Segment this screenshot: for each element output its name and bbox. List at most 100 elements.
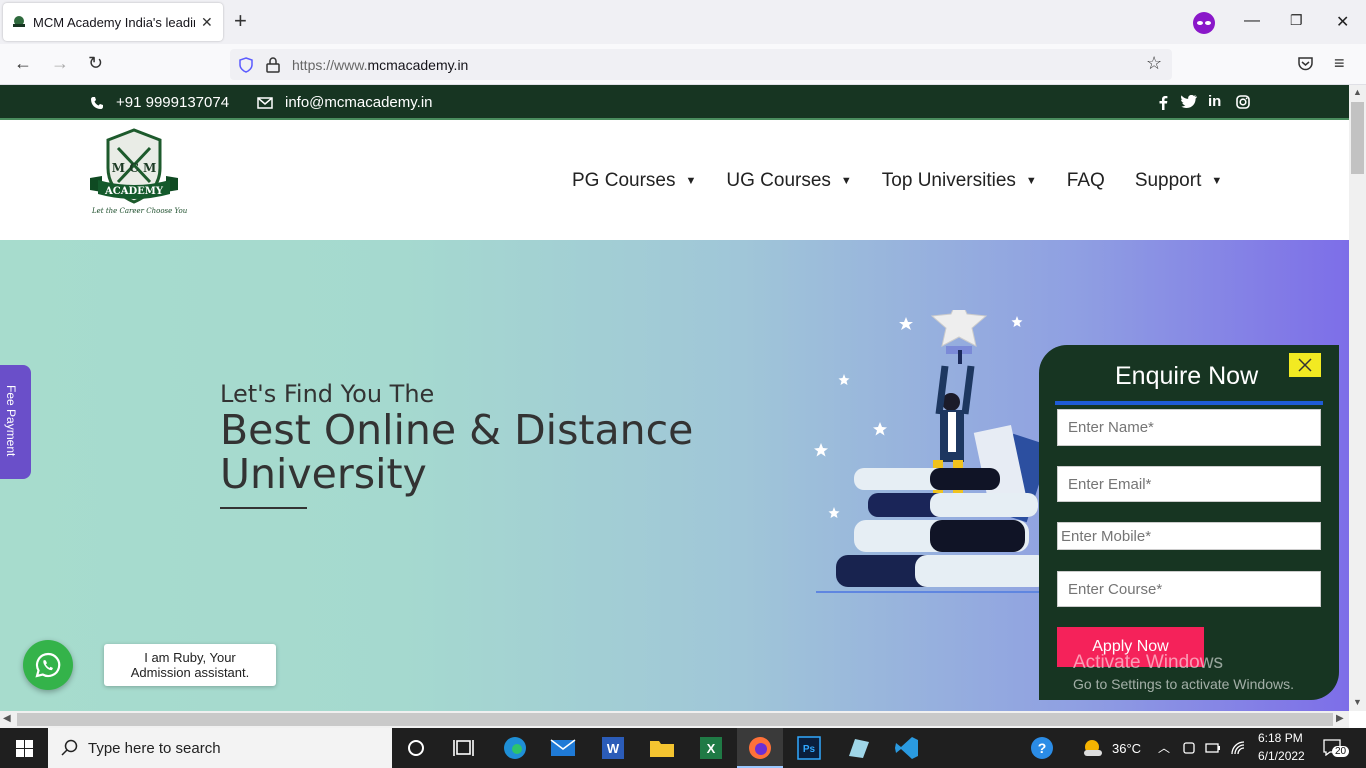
tray-chevron-icon[interactable]: ︿: [1158, 739, 1170, 756]
restore-icon[interactable]: ❐: [1290, 12, 1303, 29]
main-menu: PG Courses ▼ UG Courses ▼ Top Universities…: [572, 170, 1252, 192]
search-icon: [61, 739, 78, 756]
bookmark-star-icon[interactable]: ☆: [1146, 53, 1162, 74]
vscode-icon[interactable]: [894, 736, 920, 760]
enquiry-title: Enquire Now: [1115, 362, 1259, 390]
task-view-icon[interactable]: [452, 736, 478, 760]
chat-bubble[interactable]: I am Ruby, Your Admission assistant.: [104, 644, 276, 686]
cortana-icon[interactable]: [405, 736, 431, 760]
url-text: https://www.mcmacademy.in: [292, 57, 469, 73]
chat-bubble-line-2: Admission assistant.: [130, 665, 250, 680]
twitter-icon[interactable]: [1181, 95, 1197, 109]
svg-text:X: X: [707, 741, 716, 756]
scroll-right-icon[interactable]: ▶: [1336, 713, 1344, 724]
firefox-icon: [749, 737, 771, 759]
new-tab-icon[interactable]: +: [234, 10, 247, 32]
photoshop-icon[interactable]: Ps: [796, 736, 822, 760]
vertical-scrollbar[interactable]: ▲ ▼: [1349, 85, 1366, 711]
course-input[interactable]: [1057, 571, 1321, 607]
scroll-left-icon[interactable]: ◀: [3, 713, 11, 724]
pocket-icon[interactable]: [1297, 56, 1314, 72]
reload-icon[interactable]: ↻: [88, 53, 103, 74]
whatsapp-button[interactable]: [23, 640, 73, 690]
menu-item-ug-courses[interactable]: UG Courses ▼: [726, 170, 851, 192]
logo-banner-text: ACADEMY: [104, 186, 164, 197]
enquiry-form: Enquire Now Apply Now: [1039, 345, 1339, 700]
activate-windows-subtitle: Go to Settings to activate Windows.: [1073, 676, 1294, 692]
meet-now-icon[interactable]: [1182, 741, 1196, 755]
minimize-icon[interactable]: —: [1244, 12, 1260, 30]
weather-temperature[interactable]: 36°C: [1112, 741, 1141, 756]
svg-text:W: W: [607, 741, 620, 756]
hero-subtitle: Let's Find You The: [220, 380, 435, 408]
excel-icon[interactable]: X: [698, 736, 724, 760]
hero-underline: [220, 507, 307, 509]
caret-down-icon: ▼: [1025, 175, 1037, 187]
mobile-input[interactable]: [1057, 522, 1321, 550]
clock-date[interactable]: 6/1/2022: [1258, 749, 1305, 763]
enquiry-close-button[interactable]: [1289, 353, 1321, 377]
svg-text:?: ?: [1038, 740, 1047, 756]
whatsapp-icon: [35, 652, 61, 678]
mail-icon[interactable]: [550, 736, 576, 760]
caret-down-icon: ▼: [1211, 175, 1223, 187]
lock-icon[interactable]: [266, 57, 280, 73]
scroll-up-icon[interactable]: ▲: [1353, 87, 1362, 97]
forward-icon[interactable]: →: [51, 53, 69, 74]
edge-icon[interactable]: [502, 736, 528, 760]
address-bar[interactable]: https://www.mcmacademy.in ☆: [230, 49, 1172, 80]
website-viewport: +91 9999137074 info@mcmacademy.in in M C…: [0, 85, 1349, 711]
fee-payment-tab[interactable]: Fee Payment: [0, 365, 31, 479]
email-input[interactable]: [1057, 466, 1321, 502]
vertical-scroll-thumb[interactable]: [1351, 102, 1364, 174]
caret-down-icon: ▼: [840, 175, 852, 187]
tab-close-icon[interactable]: ✕: [201, 14, 213, 31]
contact-topbar: +91 9999137074 info@mcmacademy.in in: [0, 85, 1349, 120]
scroll-down-icon[interactable]: ▼: [1353, 697, 1362, 707]
browser-nav-bar: ← → ↻ https://www.mcmacademy.in ☆ ≡: [0, 44, 1366, 85]
windows-taskbar: Type here to search W X Ps ? 36°C ︿ 6:18…: [0, 728, 1366, 768]
windows-start-icon[interactable]: [16, 740, 33, 757]
activate-windows-title: Activate Windows: [1073, 652, 1223, 673]
close-icon: [1298, 358, 1312, 372]
facebook-icon[interactable]: [1158, 95, 1168, 110]
notes-app-icon[interactable]: [845, 736, 871, 760]
wifi-icon[interactable]: [1230, 740, 1246, 756]
phone-contact[interactable]: +91 9999137074: [90, 94, 229, 111]
site-favicon-icon: [13, 16, 25, 27]
svg-text:Ps: Ps: [803, 744, 816, 755]
word-icon[interactable]: W: [600, 736, 626, 760]
browser-tab[interactable]: MCM Academy India's leading ✕: [3, 3, 223, 41]
linkedin-icon[interactable]: in: [1208, 93, 1221, 110]
caret-down-icon: ▼: [685, 175, 697, 187]
weather-sun-icon[interactable]: [1082, 738, 1104, 758]
file-explorer-icon[interactable]: [649, 736, 675, 760]
taskbar-firefox-active[interactable]: [737, 728, 783, 768]
browser-tab-bar: MCM Academy India's leading ✕ + — ❐ ✕: [0, 0, 1366, 44]
mcm-academy-logo[interactable]: M C M ACADEMY: [88, 128, 180, 218]
horizontal-scroll-thumb[interactable]: [17, 713, 1333, 726]
private-mask-icon[interactable]: [1192, 11, 1216, 35]
fee-payment-label: Fee Payment: [4, 385, 18, 457]
help-icon[interactable]: ?: [1030, 736, 1054, 760]
hero-title: Best Online & Distance University: [220, 406, 694, 498]
instagram-icon[interactable]: [1236, 95, 1250, 109]
tab-title: MCM Academy India's leading: [33, 14, 195, 30]
window-close-icon[interactable]: ✕: [1336, 12, 1349, 32]
back-icon[interactable]: ←: [14, 53, 32, 74]
clock-time[interactable]: 6:18 PM: [1258, 731, 1303, 745]
shield-icon[interactable]: [238, 57, 254, 73]
name-input[interactable]: [1057, 409, 1321, 446]
battery-icon[interactable]: [1205, 741, 1221, 755]
menu-item-top-universities[interactable]: Top Universities ▼: [882, 170, 1037, 192]
email-contact[interactable]: info@mcmacademy.in: [257, 94, 433, 111]
menu-item-support[interactable]: Support ▼: [1135, 170, 1222, 192]
phone-icon: [91, 96, 103, 109]
enquiry-divider: [1055, 401, 1323, 405]
menu-hamburger-icon[interactable]: ≡: [1334, 53, 1345, 74]
phone-number: +91 9999137074: [116, 94, 230, 111]
menu-item-pg-courses[interactable]: PG Courses ▼: [572, 170, 696, 192]
taskbar-search[interactable]: Type here to search: [48, 728, 392, 768]
menu-item-faq[interactable]: FAQ: [1067, 170, 1105, 192]
student-books-illustration: [814, 310, 1050, 593]
